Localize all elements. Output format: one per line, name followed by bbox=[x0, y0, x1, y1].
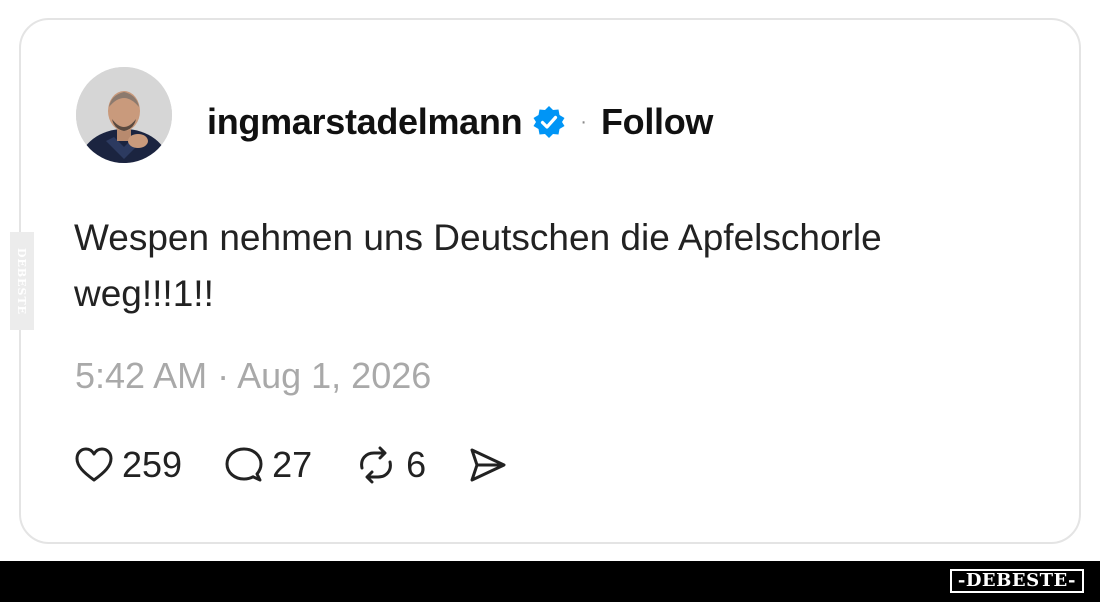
page: ingmarstadelmann · Follow Wespen nehmen … bbox=[0, 0, 1100, 602]
like-count: 259 bbox=[122, 444, 183, 485]
action-bar: 259 27 6 bbox=[74, 440, 550, 490]
reply-button[interactable]: 27 bbox=[224, 444, 312, 486]
reply-count: 27 bbox=[272, 444, 313, 485]
watermark-logo: -DEBESTE- bbox=[949, 569, 1084, 593]
post-text: Wespen nehmen uns Deutschen die Apfelsch… bbox=[74, 217, 882, 314]
heart-icon bbox=[74, 446, 114, 484]
separator-dot: · bbox=[580, 110, 587, 133]
username[interactable]: ingmarstadelmann bbox=[207, 101, 523, 143]
follow-button[interactable]: Follow bbox=[601, 101, 713, 143]
repost-button[interactable]: 6 bbox=[354, 444, 426, 486]
like-button[interactable]: 259 bbox=[74, 444, 182, 486]
post-timestamp[interactable]: 5:42 AM · Aug 1, 2026 bbox=[75, 355, 431, 397]
post-header: ingmarstadelmann · Follow bbox=[207, 100, 713, 144]
paper-plane-icon bbox=[468, 446, 508, 484]
verified-badge-icon bbox=[532, 105, 566, 139]
side-watermark: DEBESTE bbox=[10, 232, 34, 330]
repost-count: 6 bbox=[406, 444, 427, 485]
side-watermark-text: DEBESTE bbox=[15, 247, 29, 315]
share-button[interactable] bbox=[468, 446, 508, 484]
avatar[interactable] bbox=[76, 67, 172, 163]
repost-arrows-icon bbox=[354, 446, 398, 484]
bottom-banner: -DEBESTE- bbox=[0, 561, 1100, 602]
speech-bubble-icon bbox=[224, 446, 264, 484]
